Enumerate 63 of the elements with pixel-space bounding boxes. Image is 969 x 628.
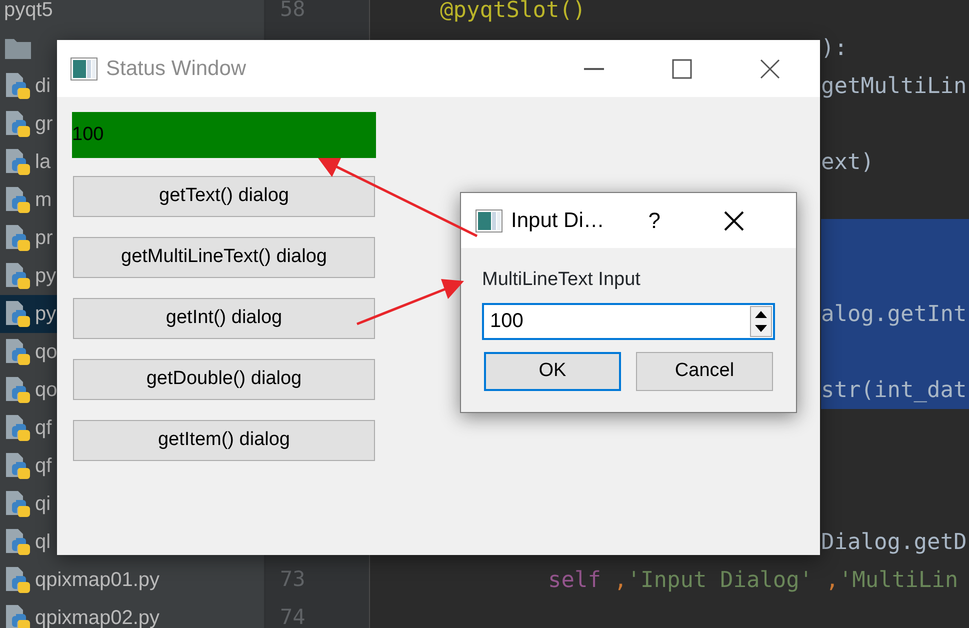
file-tree-item[interactable]: di	[0, 67, 57, 105]
python-file-icon	[4, 186, 32, 214]
code-text: ,	[826, 566, 839, 594]
python-file-icon	[4, 604, 32, 628]
file-tree-item[interactable]: qpixmap02.py	[0, 599, 164, 628]
python-file-icon	[4, 452, 32, 480]
dialog-button[interactable]: getInt() dialog	[73, 298, 375, 339]
dialog-button[interactable]: getMultiLineText() dialog	[73, 237, 375, 278]
python-file-icon	[4, 338, 32, 366]
window-title: Input Di…	[511, 208, 604, 234]
app-icon	[475, 208, 503, 232]
spin-arrows-icon[interactable]	[750, 306, 772, 336]
file-tree-item[interactable]: ql	[0, 523, 57, 561]
help-button[interactable]: ?	[629, 193, 680, 248]
app-icon	[70, 56, 98, 80]
number-spinbox[interactable]: 100	[482, 302, 775, 340]
file-tree-item[interactable]: qpixmap01.py	[0, 561, 164, 599]
file-tree-item[interactable]: qf	[0, 409, 57, 447]
dialog-action-button[interactable]: OK	[484, 352, 621, 390]
file-tree-item[interactable]: qo	[0, 333, 57, 371]
code-text: ext)	[821, 148, 874, 176]
dialog-button[interactable]: getItem() dialog	[73, 420, 375, 461]
file-tree-item[interactable]: qf	[0, 447, 57, 485]
status-label: 100	[72, 112, 376, 158]
file-tree-item[interactable]: m	[0, 181, 57, 219]
python-file-icon	[4, 490, 32, 518]
window-title: Status Window	[106, 56, 246, 82]
python-file-icon	[4, 566, 32, 594]
dialog-button[interactable]: getDouble() dialog	[73, 359, 375, 400]
python-file-icon	[4, 72, 32, 100]
dialog-button[interactable]: getText() dialog	[73, 176, 375, 217]
file-tree-item[interactable]: gr	[0, 105, 57, 143]
code-text: self	[548, 566, 601, 594]
maximize-icon	[672, 58, 692, 78]
code-text: @pyqtSlot()	[440, 0, 586, 24]
python-file-icon	[4, 110, 32, 138]
python-file-icon	[4, 262, 32, 290]
prompt-label: MultiLineText Input	[482, 268, 642, 292]
file-tree-item[interactable]: pr	[0, 219, 57, 257]
file-tree-item[interactable]: qo	[0, 371, 57, 409]
code-text: Dialog.getD	[821, 528, 967, 556]
file-tree-item[interactable]: pyqt5	[0, 0, 57, 29]
code-text: str(int_dat	[821, 376, 967, 404]
file-tree-item[interactable]: qi	[0, 485, 57, 523]
python-file-icon	[4, 300, 32, 328]
code-text: getMultiLin	[821, 72, 967, 100]
dialog-action-button[interactable]: Cancel	[636, 352, 773, 390]
python-file-icon	[4, 148, 32, 176]
file-tree-item[interactable]: la	[0, 143, 57, 181]
python-file-icon	[4, 414, 32, 442]
code-text: ,	[614, 566, 628, 594]
code-text: 'MultiLin	[838, 566, 958, 594]
file-tree-item[interactable]: py	[0, 295, 57, 333]
code-text: ):	[821, 34, 848, 62]
code-text: alog.getInt	[821, 300, 967, 328]
file-tree-item[interactable]: py	[0, 257, 57, 295]
python-file-icon	[4, 528, 32, 556]
close-icon	[724, 210, 744, 230]
python-file-icon	[4, 224, 32, 252]
python-file-icon	[4, 376, 32, 404]
close-icon	[760, 58, 780, 78]
code-text: 'Input Dialog'	[627, 566, 813, 594]
minimize-icon	[584, 68, 604, 70]
